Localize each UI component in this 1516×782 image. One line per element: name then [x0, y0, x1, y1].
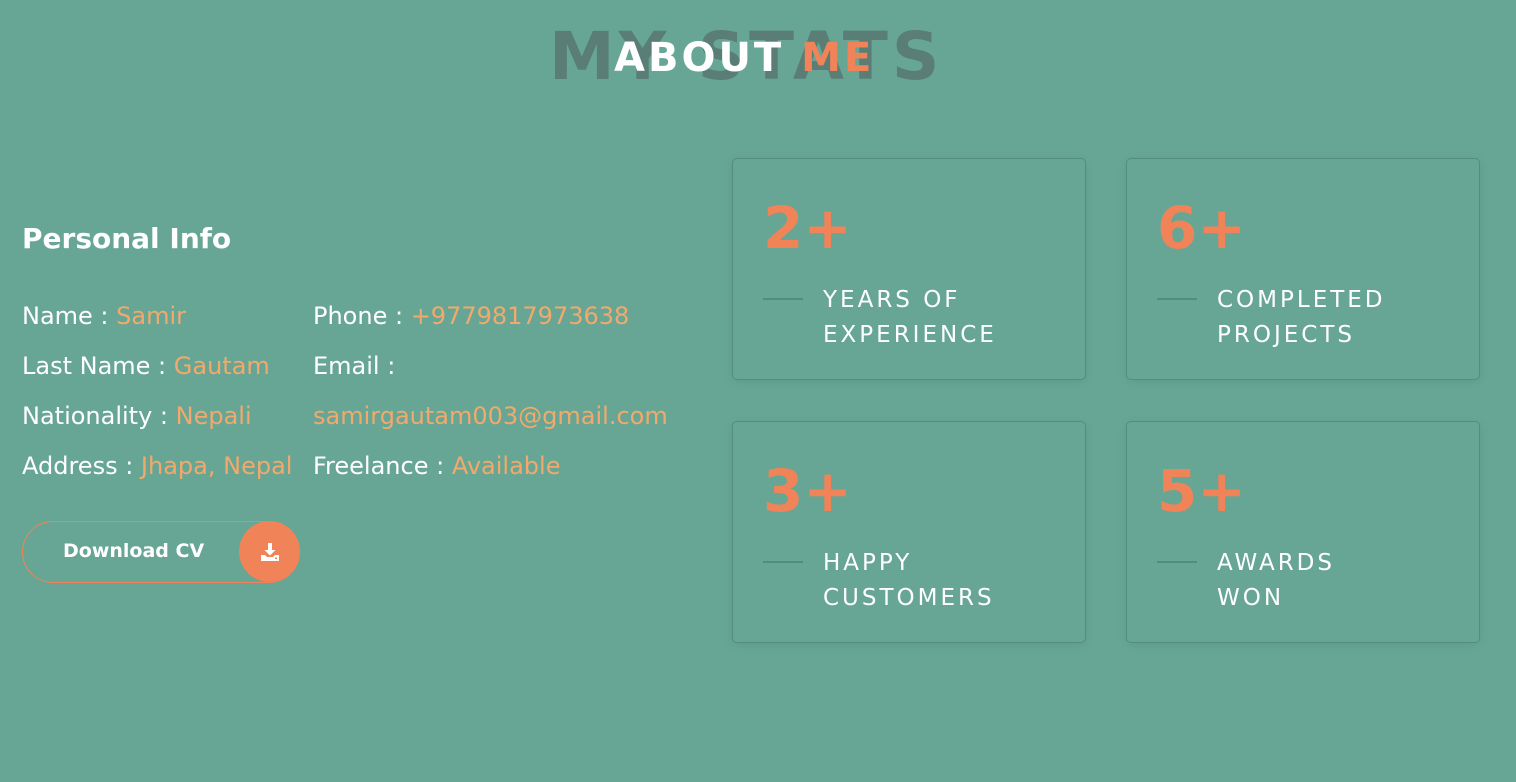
stat-label: YEARS OF EXPERIENCE — [823, 283, 1063, 353]
stat-number: 3+ — [763, 457, 852, 525]
stat-number: 6+ — [1157, 194, 1246, 262]
download-icon[interactable] — [239, 521, 300, 582]
stat-label-line: COMPLETED — [1217, 287, 1386, 313]
info-label: Nationality : — [22, 402, 176, 430]
info-email-value: samirgautam003@gmail.com — [313, 402, 668, 431]
info-label: Last Name : — [22, 352, 174, 380]
stat-card-projects: 6+ COMPLETED PROJECTS — [1126, 158, 1480, 380]
personal-info-title: Personal Info — [22, 222, 232, 255]
section-heading: MY STATS ABOUT ME — [0, 0, 1516, 120]
info-value: samirgautam003@gmail.com — [313, 402, 668, 430]
info-value: Samir — [116, 302, 187, 330]
info-label: Address : — [22, 452, 141, 480]
stat-card-experience: 2+ YEARS OF EXPERIENCE — [732, 158, 1086, 380]
info-phone: Phone : +9779817973638 — [313, 302, 629, 331]
info-address: Address : Jhapa, Nepal — [22, 452, 292, 481]
stat-divider — [763, 298, 803, 300]
stat-card-customers: 3+ HAPPY CUSTOMERS — [732, 421, 1086, 643]
stat-label: AWARDS WON — [1217, 546, 1457, 616]
title-main: ABOUT — [614, 35, 802, 81]
stat-label: COMPLETED PROJECTS — [1217, 283, 1457, 353]
stat-divider — [763, 561, 803, 563]
stat-number: 5+ — [1157, 457, 1246, 525]
stat-label-line: AWARDS — [1217, 550, 1335, 576]
info-value: +9779817973638 — [410, 302, 630, 330]
stat-divider — [1157, 561, 1197, 563]
stat-label-line: PROJECTS — [1217, 322, 1355, 348]
stat-divider — [1157, 298, 1197, 300]
info-label: Freelance : — [313, 452, 452, 480]
info-nationality: Nationality : Nepali — [22, 402, 252, 431]
stat-card-awards: 5+ AWARDS WON — [1126, 421, 1480, 643]
info-freelance: Freelance : Available — [313, 452, 560, 481]
info-label: Name : — [22, 302, 117, 330]
info-last-name: Last Name : Gautam — [22, 352, 270, 381]
stat-label-line: HAPPY — [823, 550, 913, 576]
stat-label-line: YEARS OF — [823, 287, 961, 313]
info-value: Available — [451, 452, 561, 480]
info-value: Nepali — [175, 402, 252, 430]
info-value: Gautam — [173, 352, 270, 380]
about-section: MY STATS ABOUT ME Personal Info Name : S… — [0, 0, 1516, 782]
stat-number: 2+ — [763, 194, 852, 262]
download-cv-button[interactable]: Download CV — [22, 521, 300, 583]
stat-label-line: WON — [1217, 585, 1285, 611]
info-label: Phone : — [313, 302, 411, 330]
info-email-label: Email : — [313, 352, 395, 381]
download-icon-glyph — [260, 542, 279, 561]
info-name: Name : Samir — [22, 302, 186, 331]
download-cv-label: Download CV — [63, 540, 205, 562]
title-accent: ME — [801, 35, 875, 81]
section-title: ABOUT ME — [614, 38, 874, 78]
info-value: Jhapa, Nepal — [140, 452, 293, 480]
stat-label-line: EXPERIENCE — [823, 322, 997, 348]
stat-label-line: CUSTOMERS — [823, 585, 995, 611]
stat-label: HAPPY CUSTOMERS — [823, 546, 1063, 616]
info-label: Email : — [313, 352, 396, 380]
